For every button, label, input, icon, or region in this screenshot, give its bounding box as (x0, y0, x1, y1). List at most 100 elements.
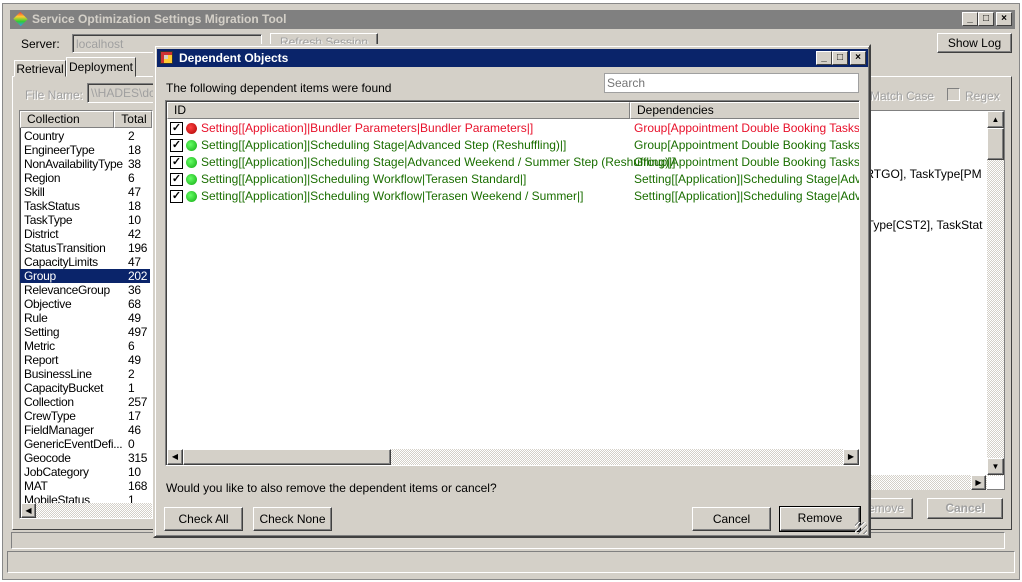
collection-row[interactable]: Skill 47 (20, 185, 150, 199)
dialog-cancel-button[interactable]: Cancel (692, 507, 771, 531)
dialog-close-button[interactable]: × (850, 51, 866, 65)
collection-row[interactable]: BusinessLine 2 (20, 367, 150, 381)
collection-total: 47 (128, 255, 141, 269)
collection-row[interactable]: TaskType 10 (20, 213, 150, 227)
scroll-thumb[interactable] (183, 449, 391, 465)
dependent-item-row[interactable]: ✓ Setting[[Application]|Scheduling Workfl… (170, 188, 583, 205)
collection-row[interactable]: RelevanceGroup 36 (20, 283, 150, 297)
collection-row[interactable]: Country 2 (20, 129, 150, 143)
column-id[interactable]: ID (167, 102, 630, 119)
collection-row[interactable]: Region 6 (20, 171, 150, 185)
dialog-minimize-button[interactable]: _ (816, 51, 832, 65)
dependent-items-list[interactable]: ID Dependencies ✓ Setting[[Application]|B… (165, 100, 860, 466)
collection-name: Metric (24, 339, 55, 353)
dependent-item-row[interactable]: ✓ Setting[[Application]|Scheduling Stage|… (170, 154, 676, 171)
error-status-icon (186, 123, 197, 135)
item-dependencies: Group[Appointment Double Booking Tasks],… (634, 121, 860, 135)
item-id: Setting[[Application]|Scheduling Stage|A… (201, 138, 567, 152)
collection-row[interactable]: Geocode 315 (20, 451, 150, 465)
resize-grip-icon[interactable] (855, 522, 867, 534)
check-none-button[interactable]: Check None (253, 507, 332, 531)
dialog-maximize-button[interactable]: □ (832, 51, 848, 65)
item-dependencies: Setting[[Application]|Scheduling Stage|A… (634, 189, 860, 203)
column-dependencies[interactable]: Dependencies (630, 102, 859, 119)
scroll-right-button[interactable]: ▶ (971, 475, 986, 490)
item-dependencies: Group[Appointment Double Booking Tasks],… (634, 138, 860, 152)
collection-row[interactable]: Rule 49 (20, 311, 150, 325)
collection-row[interactable]: MAT 168 (20, 479, 150, 493)
collection-total: 2 (128, 129, 135, 143)
collection-row[interactable]: Objective 68 (20, 297, 150, 311)
collection-list[interactable]: Collection Total Country 2 EngineerType 18 N… (19, 110, 153, 519)
collection-total: 38 (128, 157, 141, 171)
main-title-bar: Service Optimization Settings Migration … (10, 10, 1015, 29)
collection-row[interactable]: Report 49 (20, 353, 150, 367)
collection-row[interactable]: CapacityLimits 47 (20, 255, 150, 269)
collection-name: Objective (24, 297, 72, 311)
collection-row[interactable]: TaskStatus 18 (20, 199, 150, 213)
collection-row[interactable]: EngineerType 18 (20, 143, 150, 157)
collection-row[interactable]: Collection 257 (20, 395, 150, 409)
collection-row[interactable]: Group 202 (20, 269, 150, 283)
minimize-button[interactable]: _ (962, 12, 978, 26)
tab-deployment[interactable]: Deployment (66, 57, 136, 77)
collection-name: Group (24, 269, 56, 283)
dialog-hscrollbar[interactable]: ◀ ▶ (167, 449, 859, 465)
detail-hscrollbar[interactable]: ▶ (856, 475, 987, 490)
collection-total: 0 (128, 437, 135, 451)
column-collection[interactable]: Collection (20, 111, 115, 128)
collection-total: 202 (128, 269, 148, 283)
column-total[interactable]: Total (114, 111, 152, 128)
match-case-label: Match Case (870, 89, 935, 103)
scroll-left-button[interactable]: ◀ (21, 503, 36, 518)
collection-name: TaskStatus (24, 199, 80, 213)
show-log-button[interactable]: Show Log (937, 33, 1012, 53)
collection-row[interactable]: NonAvailabilityType 38 (20, 157, 150, 171)
dialog-title: Dependent Objects (179, 51, 289, 65)
item-checkbox[interactable]: ✓ (170, 190, 183, 204)
collection-row[interactable]: GenericEventDefi... 0 (20, 437, 150, 451)
regex-checkbox[interactable] (947, 88, 960, 101)
check-all-button[interactable]: Check All (164, 507, 243, 531)
collection-name: Region (24, 171, 61, 185)
collection-hscrollbar[interactable]: ◀ (21, 503, 152, 518)
collection-row[interactable]: Setting 497 (20, 325, 150, 339)
dependent-item-row[interactable]: ✓ Setting[[Application]|Scheduling Workfl… (170, 171, 526, 188)
item-id: Setting[[Application]|Bundler Parameters… (201, 121, 534, 135)
collection-total: 17 (128, 409, 141, 423)
collection-total: 36 (128, 283, 141, 297)
collection-row[interactable]: JobCategory 10 (20, 465, 150, 479)
maximize-button[interactable]: □ (978, 12, 994, 26)
collection-row[interactable]: CrewType 17 (20, 409, 150, 423)
scroll-left-button[interactable]: ◀ (167, 449, 183, 465)
collection-row[interactable]: Metric 6 (20, 339, 150, 353)
collection-name: District (24, 227, 59, 241)
scroll-thumb[interactable] (987, 128, 1004, 160)
collection-row[interactable]: District 42 (20, 227, 150, 241)
scroll-up-button[interactable]: ▲ (987, 111, 1004, 128)
tab-retrieval[interactable]: Retrieval (14, 60, 66, 77)
item-checkbox[interactable]: ✓ (170, 173, 183, 187)
detail-vscrollbar[interactable]: ▲ ▼ (987, 111, 1004, 476)
dialog-remove-button[interactable]: Remove (779, 506, 861, 532)
collection-name: BusinessLine (24, 367, 92, 381)
item-id: Setting[[Application]|Scheduling Stage|A… (201, 155, 676, 169)
item-dependencies: Setting[[Application]|Scheduling Stage|A… (634, 172, 860, 186)
collection-name: JobCategory (24, 465, 89, 479)
item-checkbox[interactable]: ✓ (170, 139, 183, 153)
dependent-item-row[interactable]: ✓ Setting[[Application]|Scheduling Stage|… (170, 137, 566, 154)
detail-text-1: s[RTGO], TaskType[PM (856, 167, 982, 181)
collection-row[interactable]: CapacityBucket 1 (20, 381, 150, 395)
main-cancel-button[interactable]: Cancel (927, 498, 1003, 519)
dependent-item-row[interactable]: ✓ Setting[[Application]|Bundler Parameter… (170, 120, 533, 137)
collection-row[interactable]: StatusTransition 196 (20, 241, 150, 255)
scroll-right-button[interactable]: ▶ (843, 449, 859, 465)
collection-name: RelevanceGroup (24, 283, 110, 297)
collection-row[interactable]: FieldManager 46 (20, 423, 150, 437)
close-button[interactable]: × (996, 12, 1012, 26)
item-checkbox[interactable]: ✓ (170, 122, 183, 136)
search-input[interactable] (604, 73, 859, 93)
scroll-down-button[interactable]: ▼ (987, 458, 1004, 475)
item-checkbox[interactable]: ✓ (170, 156, 183, 170)
dialog-question: Would you like to also remove the depend… (166, 481, 497, 495)
